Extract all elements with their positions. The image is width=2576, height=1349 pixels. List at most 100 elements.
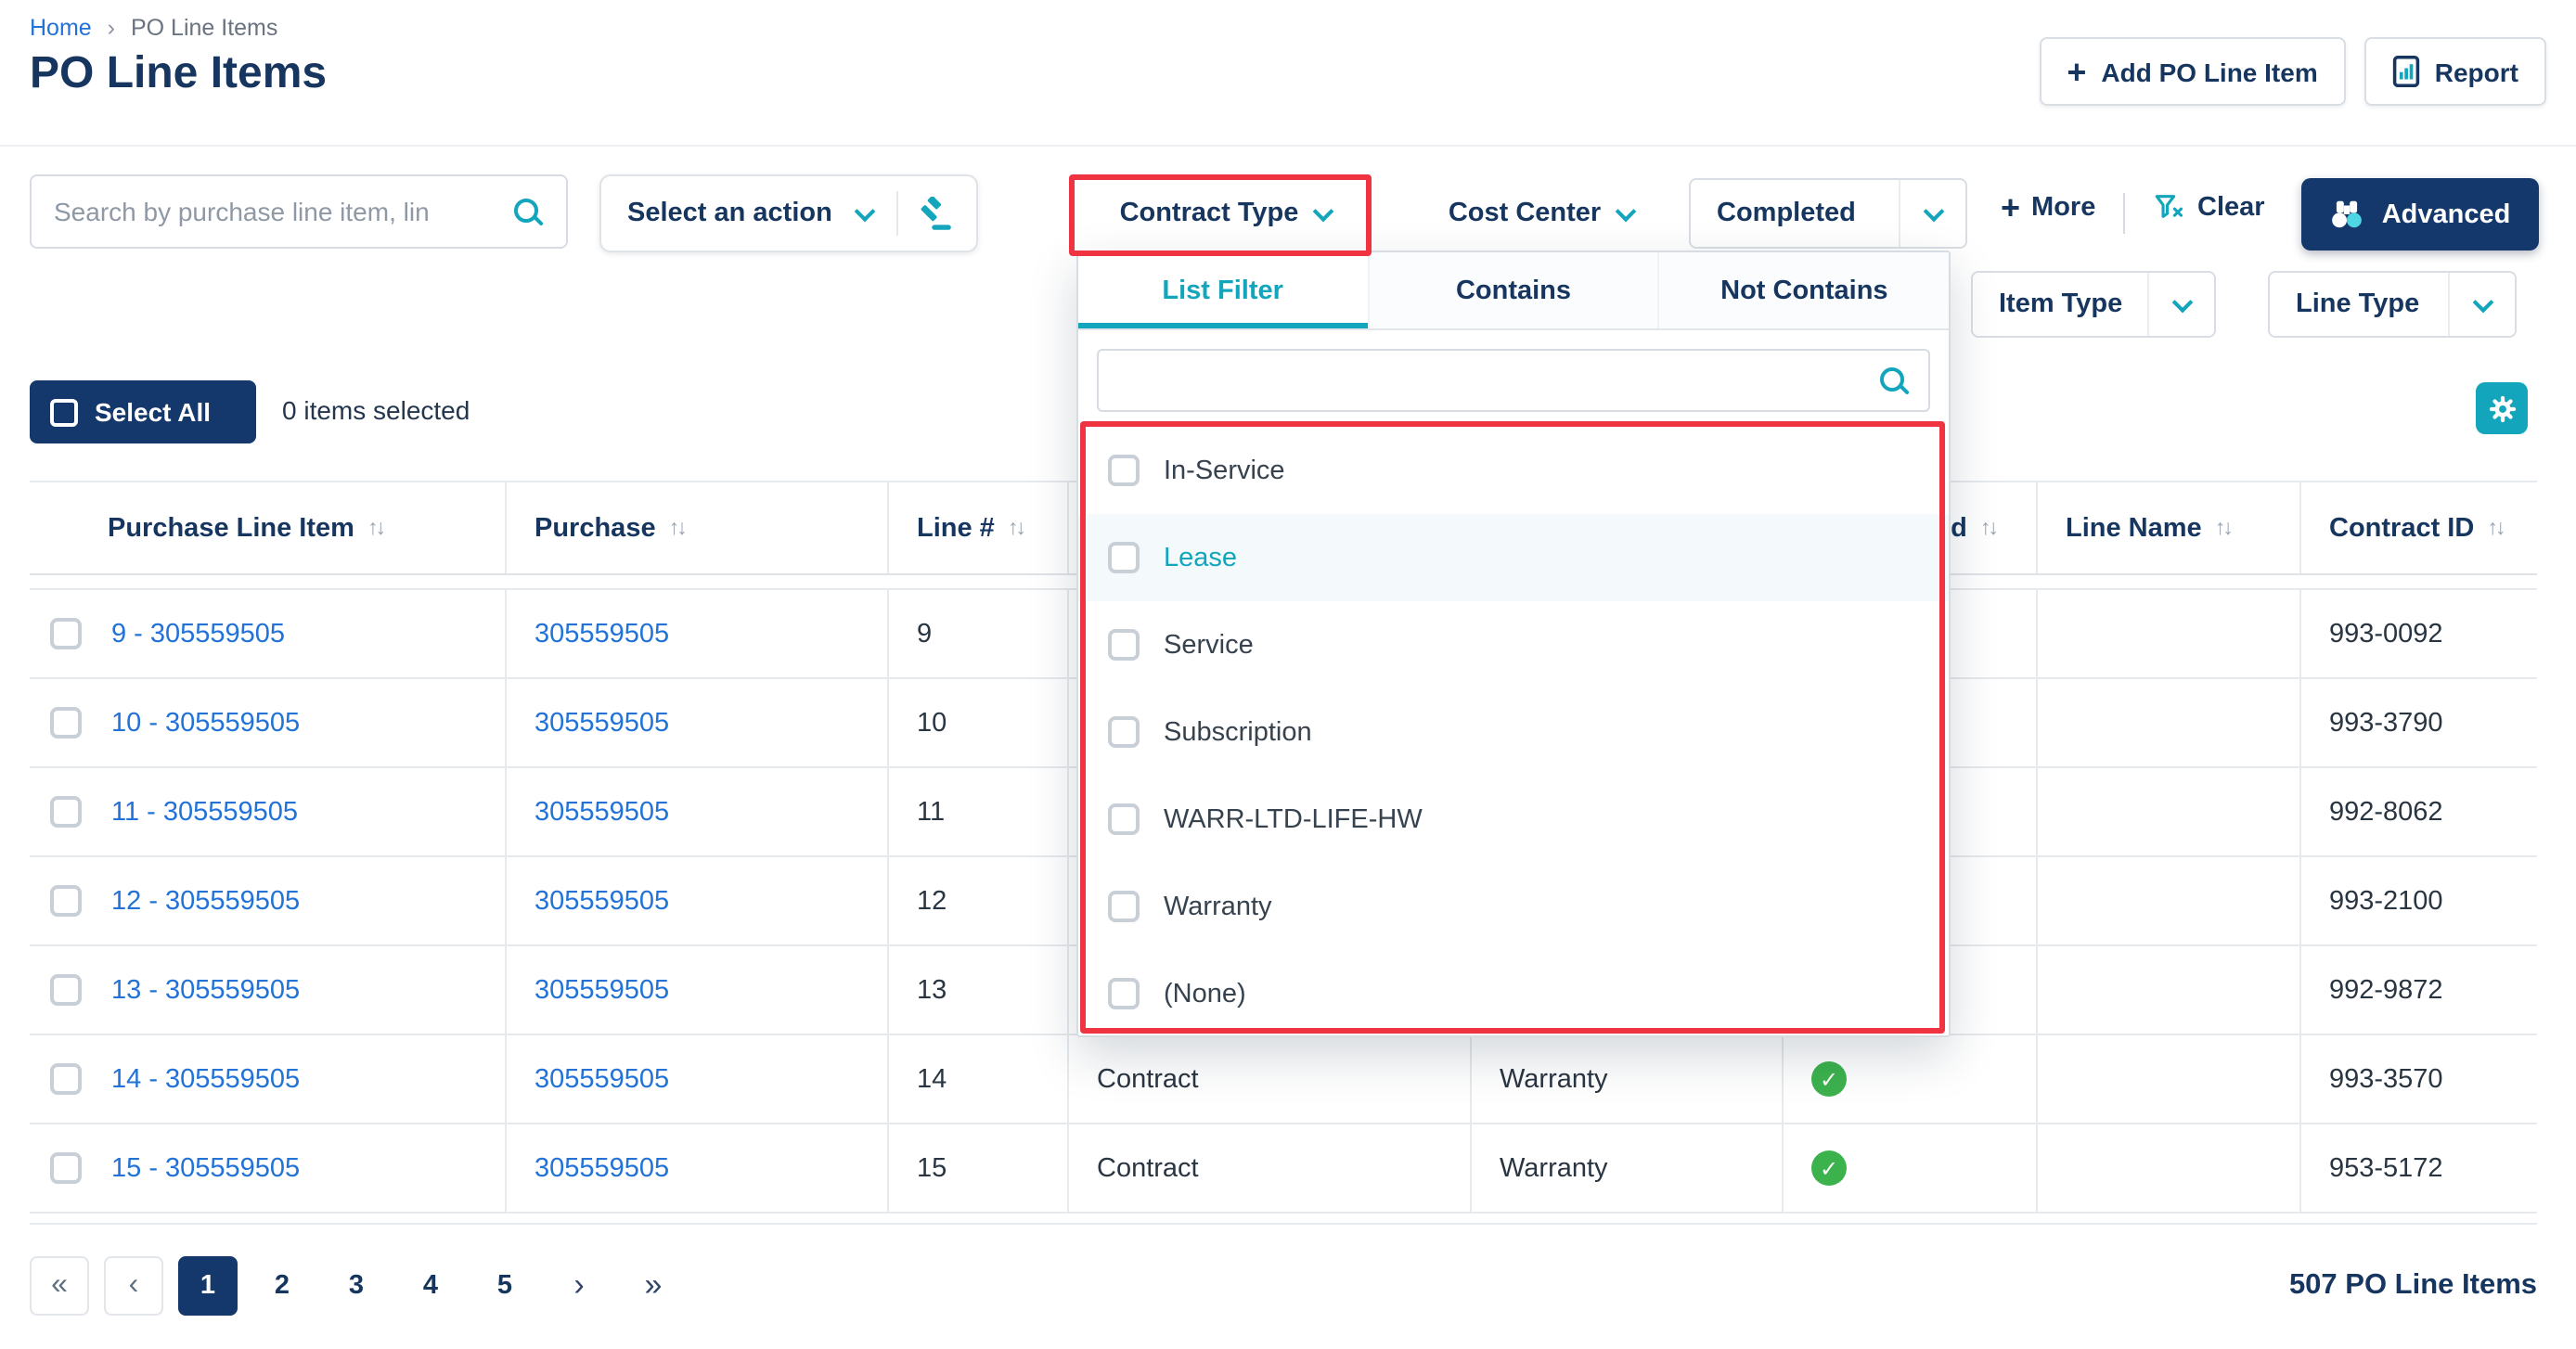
plus-icon: + [2001,191,2020,225]
column-header-0[interactable]: Purchase Line Item↑↓ [30,482,505,573]
filter-item-type[interactable]: Item Type [1971,271,2216,338]
pagination-page-5[interactable]: 5 [475,1256,535,1316]
chevron-down-button[interactable] [2147,273,2214,336]
option-checkbox[interactable] [1108,803,1140,835]
page-title: PO Line Items [30,48,327,100]
sort-icon[interactable]: ↑↓ [2487,517,2503,539]
option-checkbox[interactable] [1108,891,1140,922]
chevron-down-icon[interactable] [855,200,876,222]
breadcrumb-current: PO Line Items [131,15,277,41]
contract-type-filter-dropdown: List Filter Contains Not Contains In-Ser… [1076,251,1951,1037]
column-header-2[interactable]: Line #↑↓ [887,482,1067,573]
pagination-next-button[interactable]: › [549,1256,609,1316]
option-checkbox[interactable] [1108,455,1140,486]
more-filters-button[interactable]: + More [2001,191,2095,225]
report-button[interactable]: Report [2364,37,2546,106]
filter-completed[interactable]: Completed [1689,178,1967,249]
advanced-search-button[interactable]: Advanced [2301,178,2539,251]
filter-option-subscription[interactable]: Subscription [1078,688,1949,776]
sort-icon[interactable]: ↑↓ [669,517,685,539]
select-all-checkbox[interactable] [50,398,78,426]
row-checkbox[interactable] [50,974,82,1006]
cell-purchase: 305559505 [505,1035,887,1123]
tab-contains[interactable]: Contains [1369,252,1659,328]
purchase-link[interactable]: 305559505 [535,1153,669,1183]
action-select[interactable]: Select an action [599,174,978,252]
pagination-page-3[interactable]: 3 [327,1256,386,1316]
filter-option-service[interactable]: Service [1078,601,1949,688]
filter-line-type[interactable]: Line Type [2268,271,2517,338]
search-input[interactable] [54,197,497,226]
row-checkbox[interactable] [50,707,82,739]
filter-option-in-service[interactable]: In-Service [1078,427,1949,514]
purchase-link[interactable]: 305559505 [535,1064,669,1094]
pagination-page-2[interactable]: 2 [252,1256,312,1316]
breadcrumb-home-link[interactable]: Home [30,15,92,41]
purchase-link[interactable]: 305559505 [535,797,669,827]
filter-option-lease[interactable]: Lease [1078,514,1949,601]
sort-icon[interactable]: ↑↓ [2215,517,2231,539]
report-document-icon [2392,56,2420,87]
pagination-first-button[interactable]: « [30,1256,89,1316]
column-header-1[interactable]: Purchase↑↓ [505,482,887,573]
breadcrumb-separator: › [108,15,115,41]
search-icon[interactable] [512,196,544,227]
search-box[interactable] [30,174,568,249]
purchase-line-item-link[interactable]: 13 - 305559505 [111,975,300,1005]
sort-icon[interactable]: ↑↓ [1008,517,1024,539]
purchase-link[interactable]: 305559505 [535,886,669,916]
pagination-last-button[interactable]: » [624,1256,683,1316]
filter-option-warranty[interactable]: Warranty [1078,863,1949,950]
search-icon[interactable] [1878,365,1910,396]
row-checkbox[interactable] [50,1152,82,1184]
chevron-down-button[interactable] [1899,180,1965,247]
sort-icon[interactable]: ↑↓ [1980,517,1996,539]
cell-line-number: 11 [887,768,1067,855]
purchase-line-item-link[interactable]: 14 - 305559505 [111,1064,300,1094]
filter-option-none[interactable]: (None) [1078,950,1949,1035]
add-po-line-item-button[interactable]: + Add PO Line Item [2039,37,2345,106]
gavel-icon[interactable] [919,196,954,231]
completed-check-icon: ✓ [1811,1150,1847,1186]
tab-list-filter[interactable]: List Filter [1078,252,1369,328]
option-checkbox[interactable] [1108,629,1140,661]
filter-contract-type[interactable]: Contract Type [1095,178,1355,249]
row-checkbox[interactable] [50,618,82,649]
filter-search-box[interactable] [1097,349,1930,412]
table-row: 14 - 30555950530555950514ContractWarrant… [30,1035,2537,1124]
pagination-prev-button[interactable]: ‹ [104,1256,163,1316]
row-checkbox[interactable] [50,1063,82,1095]
filter-search-input[interactable] [1117,366,1863,395]
purchase-line-item-link[interactable]: 12 - 305559505 [111,886,300,916]
sort-icon[interactable]: ↑↓ [367,517,383,539]
option-checkbox[interactable] [1108,716,1140,748]
clear-filters-button[interactable]: Clear [2153,191,2265,223]
pagination-page-1[interactable]: 1 [178,1256,238,1316]
purchase-line-item-link[interactable]: 9 - 305559505 [111,619,285,649]
chevron-down-button[interactable] [2448,273,2515,336]
pagination-page-4[interactable]: 4 [401,1256,460,1316]
select-all-button[interactable]: Select All [30,380,256,443]
purchase-line-item-link[interactable]: 10 - 305559505 [111,708,300,738]
table-settings-button[interactable] [2476,382,2528,434]
filter-cost-center[interactable]: Cost Center [1410,178,1670,249]
items-selected-count: 0 items selected [282,395,470,425]
purchase-line-item-link[interactable]: 11 - 305559505 [111,797,298,827]
purchase-link[interactable]: 305559505 [535,619,669,649]
cell-line-name [2036,1124,2299,1212]
row-checkbox[interactable] [50,796,82,828]
tab-not-contains[interactable]: Not Contains [1660,252,1949,328]
purchase-line-item-link[interactable]: 15 - 305559505 [111,1153,300,1183]
cell-line-number: 13 [887,946,1067,1034]
column-header-6[interactable]: Line Name↑↓ [2036,482,2299,573]
option-checkbox[interactable] [1108,542,1140,573]
po-line-items-page: Home › PO Line Items PO Line Items + Add… [0,0,2576,1349]
purchase-link[interactable]: 305559505 [535,708,669,738]
row-checkbox[interactable] [50,885,82,917]
column-header-7[interactable]: Contract ID↑↓ [2299,482,2537,573]
option-checkbox[interactable] [1108,978,1140,1009]
header-actions: + Add PO Line Item Report [2039,37,2546,106]
purchase-link[interactable]: 305559505 [535,975,669,1005]
filter-option-warr-ltd-life-hw[interactable]: WARR-LTD-LIFE-HW [1078,776,1949,863]
cell-purchase: 305559505 [505,590,887,677]
